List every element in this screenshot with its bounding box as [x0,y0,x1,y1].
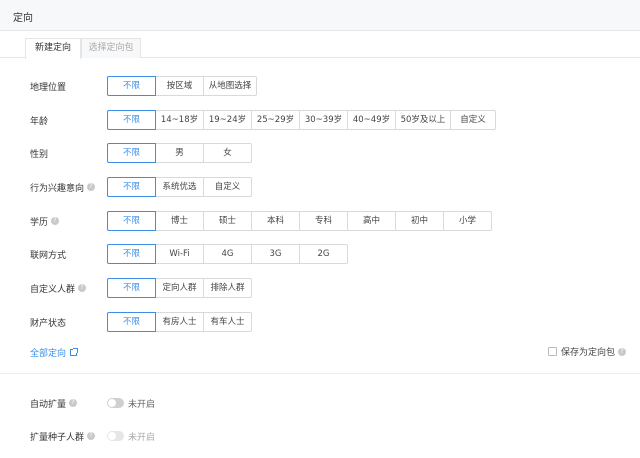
all-targeting-link[interactable]: 全部定向 [30,346,79,359]
interest-option-system[interactable]: 系统优选 [155,177,204,197]
gender-label-text: 性别 [30,149,49,160]
location-option-by-region[interactable]: 按区域 [155,76,204,96]
age-label: 年龄 [30,110,48,130]
age-option-50-plus[interactable]: 50岁及以上 [395,110,451,130]
custom-audience-label-text: 自定义人群 [30,284,76,295]
section-header: 定向 [0,0,640,31]
gender-option-female[interactable]: 女 [203,143,252,163]
assets-label-text: 财产状态 [30,318,67,329]
auto-expand-toggle[interactable] [107,398,124,408]
tab-new-targeting[interactable]: 新建定向 [25,38,81,59]
gender-label: 性别 [30,143,48,163]
seed-audience-switch[interactable]: 未开启 [107,428,155,444]
help-icon[interactable]: ? [618,347,627,356]
age-options: 不限 14~18岁 19~24岁 25~29岁 30~39岁 40~49岁 50… [107,110,496,130]
age-option-19-24[interactable]: 19~24岁 [203,110,252,130]
custom-audience-option-target[interactable]: 定向人群 [155,278,204,298]
section-divider [0,373,640,374]
education-options: 不限 博士 硕士 本科 专科 高中 初中 小学 [107,211,492,231]
age-label-text: 年龄 [30,116,49,127]
custom-audience-option-exclude[interactable]: 排除人群 [203,278,252,298]
education-option-bachelor[interactable]: 本科 [251,211,300,231]
location-label-text: 地理位置 [30,82,67,93]
education-option-high-school[interactable]: 高中 [347,211,396,231]
interest-label-text: 行为兴趣意向 [30,183,85,194]
auto-expand-switch[interactable]: 未开启 [107,395,155,411]
seed-audience-label: 扩量种子人群 ? [30,428,96,444]
education-label: 学历? [30,211,60,231]
education-option-master[interactable]: 硕士 [203,211,252,231]
education-option-primary-school[interactable]: 小学 [443,211,492,231]
age-option-25-29[interactable]: 25~29岁 [251,110,300,130]
education-option-doctor[interactable]: 博士 [155,211,204,231]
auto-expand-label-text: 自动扩量 [30,399,67,410]
age-option-40-49[interactable]: 40~49岁 [347,110,396,130]
education-option-college[interactable]: 专科 [299,211,348,231]
help-icon[interactable]: ? [69,399,78,407]
auto-expand-label: 自动扩量 ? [30,395,78,411]
network-option-unlimited[interactable]: 不限 [107,244,156,264]
auto-expand-status: 未开启 [128,399,156,410]
gender-options: 不限 男 女 [107,143,252,163]
custom-audience-option-unlimited[interactable]: 不限 [107,278,156,298]
seed-audience-label-text: 扩量种子人群 [30,432,85,443]
seed-audience-status: 未开启 [128,432,156,443]
seed-audience-toggle[interactable] [107,431,124,441]
age-option-custom[interactable]: 自定义 [450,110,496,130]
custom-audience-options: 不限 定向人群 排除人群 [107,278,252,298]
education-option-unlimited[interactable]: 不限 [107,211,156,231]
save-as-package[interactable]: 保存为定向包 ? [548,345,627,358]
age-option-30-39[interactable]: 30~39岁 [299,110,348,130]
network-option-3g[interactable]: 3G [251,244,300,264]
save-package-checkbox[interactable] [548,347,557,356]
section-title: 定向 [13,13,33,24]
network-option-4g[interactable]: 4G [203,244,252,264]
assets-label: 财产状态 [30,312,66,332]
interest-option-custom[interactable]: 自定义 [203,177,252,197]
custom-audience-label: 自定义人群? [30,278,87,298]
education-label-text: 学历 [30,217,49,228]
assets-options: 不限 有房人士 有车人士 [107,312,252,332]
network-label: 联网方式 [30,244,66,264]
help-icon[interactable]: ? [51,217,60,225]
network-option-wifi[interactable]: Wi-Fi [155,244,204,264]
interest-label: 行为兴趣意向? [30,177,96,197]
location-label: 地理位置 [30,76,66,96]
education-option-middle-school[interactable]: 初中 [395,211,444,231]
location-options: 不限 按区域 从地图选择 [107,76,257,96]
help-icon[interactable]: ? [87,432,96,440]
network-option-2g[interactable]: 2G [299,244,348,264]
tab-bar: 新建定向 选择定向包 [0,31,640,59]
assets-option-car[interactable]: 有车人士 [203,312,252,332]
interest-options: 不限 系统优选 自定义 [107,177,252,197]
location-option-unlimited[interactable]: 不限 [107,76,156,96]
assets-option-unlimited[interactable]: 不限 [107,312,156,332]
age-option-14-18[interactable]: 14~18岁 [155,110,204,130]
network-label-text: 联网方式 [30,250,67,261]
gender-option-male[interactable]: 男 [155,143,204,163]
gender-option-unlimited[interactable]: 不限 [107,143,156,163]
assets-option-house[interactable]: 有房人士 [155,312,204,332]
save-package-label: 保存为定向包 [561,348,616,358]
all-targeting-link-text[interactable]: 全部定向 [30,346,66,359]
interest-option-unlimited[interactable]: 不限 [107,177,156,197]
help-icon[interactable]: ? [87,183,96,191]
age-option-unlimited[interactable]: 不限 [107,110,156,130]
tab-select-package[interactable]: 选择定向包 [81,38,141,58]
location-option-from-map[interactable]: 从地图选择 [203,76,257,96]
network-options: 不限 Wi-Fi 4G 3G 2G [107,244,348,264]
help-icon[interactable]: ? [78,284,87,292]
external-link-icon [70,348,79,356]
